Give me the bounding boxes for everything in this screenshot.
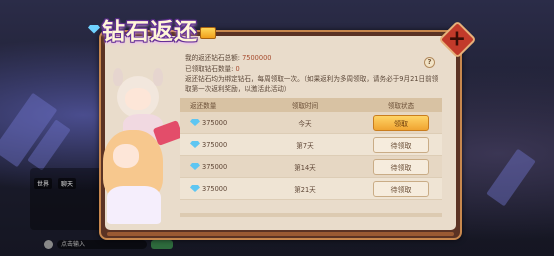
header-time: 领取时间 <box>291 102 319 110</box>
amount-value: 375000 <box>202 140 228 149</box>
amount-value: 375000 <box>202 184 228 193</box>
microphone-icon[interactable] <box>44 239 53 249</box>
diamond-icon <box>88 24 100 34</box>
chat-input[interactable]: 点击输入 <box>57 239 147 249</box>
table-row: 375000 今天 领取 <box>180 112 442 134</box>
pending-button[interactable]: 待领取 <box>373 180 429 197</box>
character-body <box>107 186 161 224</box>
chat-send-button[interactable] <box>151 239 173 249</box>
table-row: 375000 第14天 待领取 <box>180 156 442 178</box>
status-cell: 领取 <box>360 114 442 131</box>
amount-value: 375000 <box>202 118 228 127</box>
return-info: 我的返还钻石总额: 7500000 已领取钻石数量: 0 返还钻石均为绑定钻石，… <box>185 53 440 94</box>
pending-button[interactable]: 待领取 <box>373 136 429 153</box>
close-icon: + <box>448 26 467 52</box>
amount-cell: 375000 <box>180 185 250 193</box>
status-cell: 待领取 <box>360 136 442 153</box>
total-value: 7500000 <box>242 54 272 62</box>
title-banner: 钻石返还 <box>88 12 216 46</box>
panel-bottom-rail <box>107 232 454 236</box>
time-cell: 第21天 <box>294 185 316 194</box>
time-cell: 第7天 <box>296 141 314 150</box>
amount-cell: 375000 <box>180 141 250 149</box>
total-line: 我的返还钻石总额: 7500000 <box>185 53 440 64</box>
page-title: 钻石返还 <box>102 18 198 45</box>
help-icon[interactable]: ? <box>424 57 435 68</box>
claimed-line: 已领取钻石数量: 0 <box>185 64 440 75</box>
character-ear <box>113 68 123 86</box>
amount-cell: 375000 <box>180 119 250 127</box>
character-face <box>125 88 151 110</box>
time-cell: 第14天 <box>294 163 316 172</box>
time-cell: 今天 <box>298 119 312 128</box>
table-row: 375000 第7天 待领取 <box>180 134 442 156</box>
status-cell: 待领取 <box>360 158 442 175</box>
diamond-icon <box>190 119 200 126</box>
diamond-icon <box>190 141 200 148</box>
character-face <box>113 144 139 168</box>
claimed-value: 0 <box>235 64 240 73</box>
amount-cell: 375000 <box>180 163 250 171</box>
claim-button[interactable]: 领取 <box>373 114 429 131</box>
header-status: 领取状态 <box>387 102 415 110</box>
chat-overlay: 世界 聊天 <box>30 168 110 230</box>
character-ear <box>153 68 163 86</box>
description-text: 返还钻石均为绑定钻石，每周领取一次。（如果返利为多周领取，请务必于9月21日前领… <box>185 75 439 93</box>
table-header: 返还数量 领取时间 领取状态 <box>180 98 442 112</box>
treasure-chest-icon <box>200 27 216 39</box>
status-cell: 待领取 <box>360 180 442 197</box>
claimed-label: 已领取钻石数量: <box>185 64 234 73</box>
total-label: 我的返还钻石总额: <box>185 54 240 62</box>
pending-button[interactable]: 待领取 <box>373 158 429 175</box>
character-illustration <box>103 66 184 226</box>
diamond-icon <box>190 163 200 170</box>
background-crystal <box>486 148 536 207</box>
amount-value: 375000 <box>202 162 228 171</box>
header-amount: 返还数量 <box>190 102 217 110</box>
chat-channel-tag[interactable]: 聊天 <box>58 178 77 189</box>
table-row: 375000 第21天 待领取 <box>180 178 442 200</box>
chat-channel-tag[interactable]: 世界 <box>34 178 53 189</box>
table-scroll-edge <box>180 213 442 217</box>
return-table: 返还数量 领取时间 领取状态 375000 今天 领取 375000 第7天 待… <box>180 98 442 216</box>
diamond-icon <box>190 185 200 192</box>
